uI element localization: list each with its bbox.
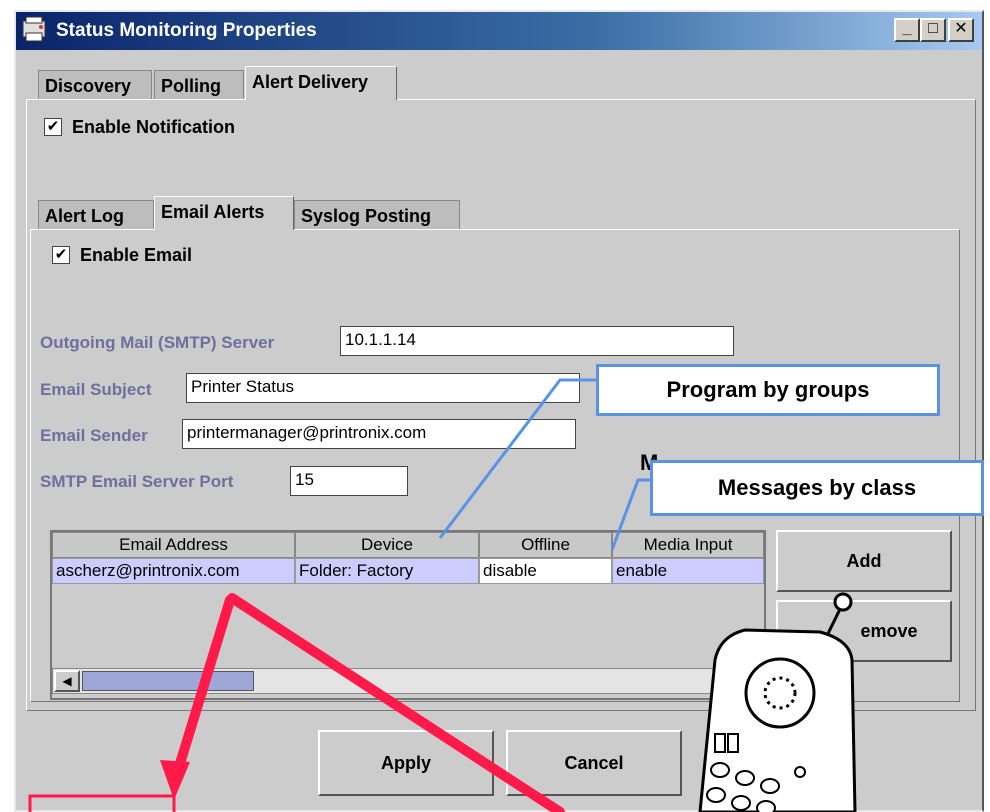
red-arrow-head [160, 760, 190, 800]
annotation-lines [28, 378, 857, 812]
callout-leader-lines [438, 378, 650, 551]
tab-email-alerts[interactable]: Email Alerts [154, 196, 294, 230]
cell-phone-icon [698, 592, 857, 812]
red-arrows [170, 593, 565, 812]
tab-alert-delivery[interactable]: Alert Delivery [245, 66, 397, 100]
red-target-box [28, 794, 176, 812]
